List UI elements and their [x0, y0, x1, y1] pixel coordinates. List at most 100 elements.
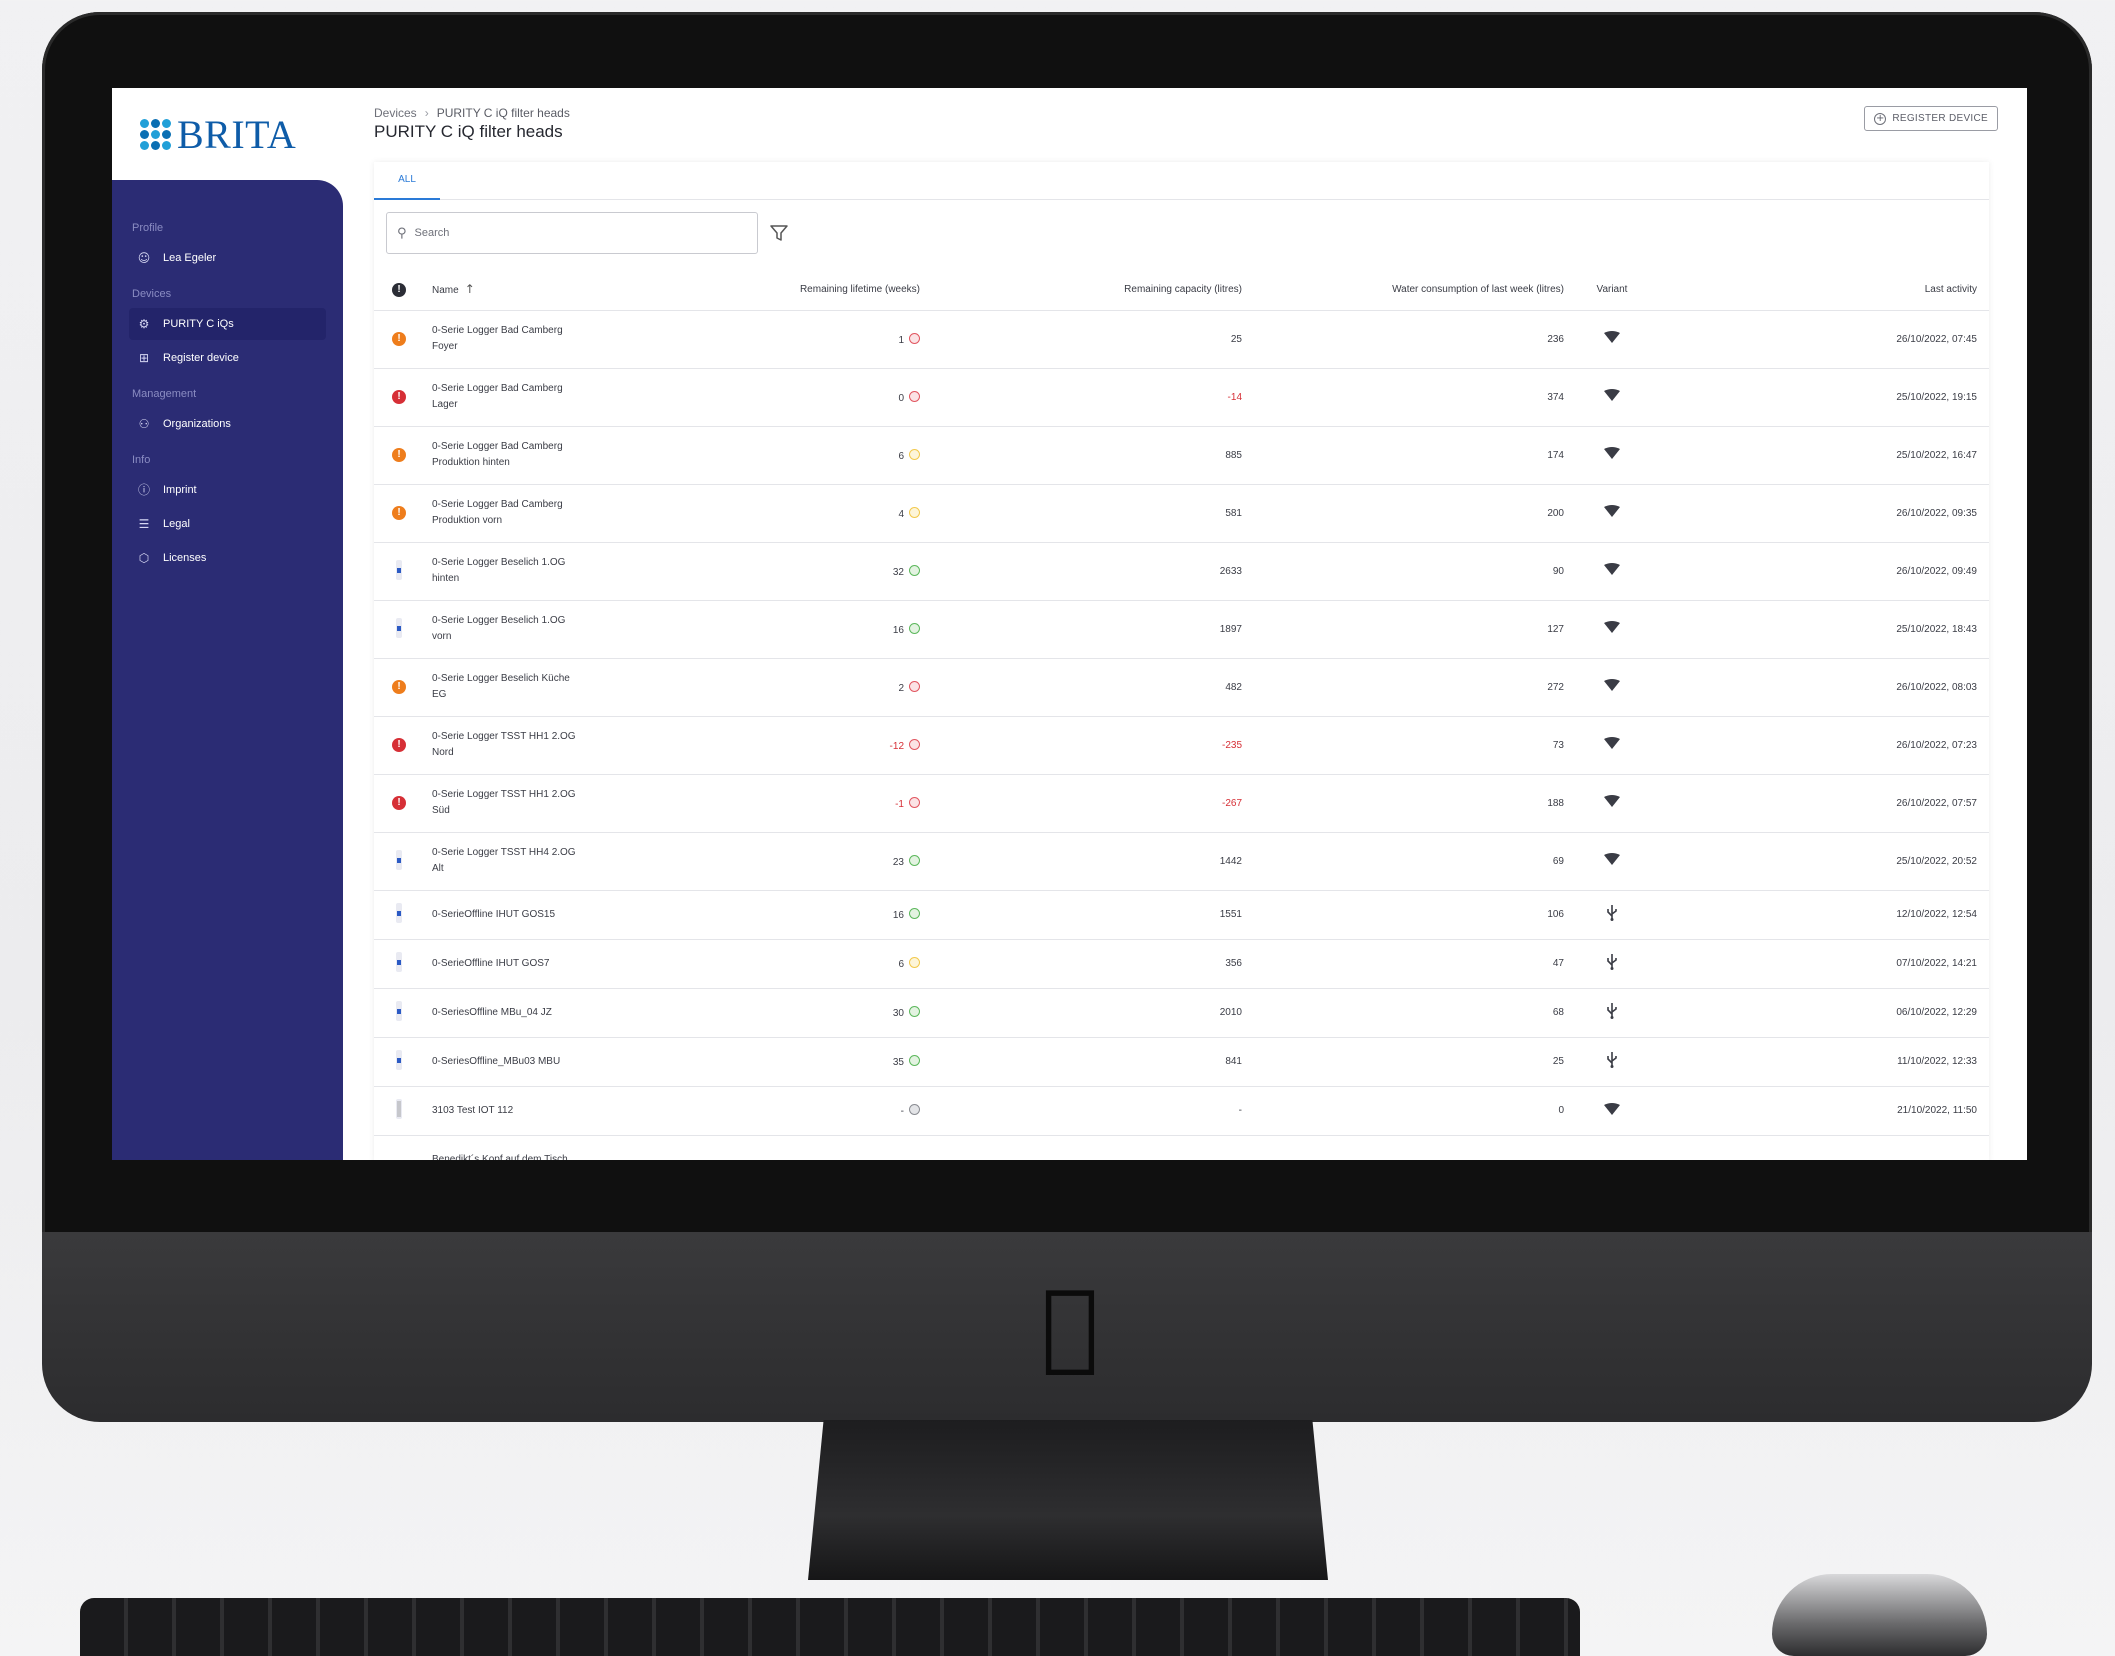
- filter-icon[interactable]: [768, 222, 790, 244]
- sidebar-item-licenses[interactable]: ⬡ Licenses: [129, 542, 326, 574]
- lifetime-cell: 2: [704, 658, 920, 717]
- capacity-cell: -235: [920, 716, 1242, 775]
- table-row[interactable]: 0-SeriesOffline_MBu03 MBU 35 841 25 11/10/20…: [374, 1037, 1989, 1087]
- device-name-cell: 3103 Test IOT 112: [424, 1086, 704, 1136]
- table-row[interactable]: 0-SeriesOffline MBu_04 JZ 30 2010 68 06/10/2…: [374, 988, 1989, 1038]
- device-name-line: 0-Serie Logger Beselich Küche: [432, 673, 570, 684]
- register-device-button[interactable]: + REGISTER DEVICE: [1864, 106, 1998, 131]
- table-row[interactable]: ! 0-Serie Logger Beselich Küche EG 2 482 272 2…: [374, 658, 1989, 717]
- device-name-line: 0-SerieOffline IHUT GOS15: [432, 908, 556, 920]
- keyboard: [80, 1598, 1580, 1656]
- water-value: 69: [1552, 855, 1564, 867]
- breadcrumb-devices[interactable]: Devices: [374, 106, 417, 120]
- device-name-line: 0-Serie Logger Bad Camberg: [432, 325, 563, 336]
- status-cell: !: [374, 716, 424, 775]
- sidebar-item-legal[interactable]: ☰ Legal: [129, 508, 326, 540]
- lifetime-column-header[interactable]: Remaining lifetime (weeks): [704, 270, 920, 311]
- table-row[interactable]: ! 0-Serie Logger Bad Camberg Produktion hi…: [374, 426, 1989, 485]
- search-box[interactable]: ⚲: [386, 212, 758, 254]
- sidebar-item-organizations[interactable]: ⚇ Organizations: [129, 408, 326, 440]
- sidebar-item-imprint[interactable]: ⓘ Imprint: [129, 474, 326, 506]
- sort-arrow-up-icon[interactable]: ↑: [465, 282, 475, 296]
- water-consumption-cell: 0: [1242, 1086, 1564, 1136]
- lifetime-cell: 16: [704, 890, 920, 940]
- red-status-indicator-icon: [909, 390, 920, 402]
- table-row[interactable]: Benedikt´s Kopf auf dem Tisch: [374, 1135, 1989, 1160]
- status-cell: !: [374, 774, 424, 833]
- table-row[interactable]: ! 0-Serie Logger Bad Camberg Lager 0 -14 374 2…: [374, 368, 1989, 427]
- search-input[interactable]: [414, 227, 715, 239]
- table-row[interactable]: 0-Serie Logger Beselich 1.OG hinten 32 2633…: [374, 542, 1989, 601]
- logo-dots-icon: [140, 118, 171, 150]
- lifetime-cell: -1: [704, 774, 920, 833]
- table-row[interactable]: 0-Serie Logger TSST HH4 2.OG Alt 23 1442 69 2…: [374, 832, 1989, 891]
- sidebar-item-purity-c-iqs[interactable]: ⚙ PURITY C iQs: [129, 308, 326, 340]
- user-icon: ☺: [137, 251, 151, 265]
- usb-icon: [1606, 904, 1618, 925]
- error-icon: !: [392, 796, 406, 810]
- capacity-cell: -: [920, 1086, 1242, 1136]
- wifi-icon: [1604, 389, 1620, 405]
- sidebar-item-register-device[interactable]: ⊞ Register device: [129, 342, 326, 374]
- device-name-line: EG: [432, 689, 447, 700]
- table-row[interactable]: 0-SerieOffline IHUT GOS7 6 356 47 07/10/2022…: [374, 939, 1989, 989]
- water-column-header[interactable]: Water consumption of last week (litres): [1242, 270, 1564, 311]
- variant-cell: [1564, 310, 1660, 369]
- table-row[interactable]: 0-SerieOffline IHUT GOS15 16 1551 106 12/10/…: [374, 890, 1989, 940]
- last-activity-cell: 25/10/2022, 19:15: [1660, 368, 1989, 427]
- last-activity-cell: 11/10/2022, 12:33: [1660, 1037, 1989, 1087]
- wifi-icon: [1604, 679, 1620, 695]
- capacity-column-header[interactable]: Remaining capacity (litres): [920, 270, 1242, 311]
- capacity-cell: 356: [920, 939, 1242, 989]
- document-icon: ☰: [138, 517, 150, 531]
- table-row[interactable]: 0-Serie Logger Beselich 1.OG vorn 16 1897 12…: [374, 600, 1989, 659]
- wifi-icon: [1604, 737, 1620, 753]
- table-row[interactable]: ! 0-Serie Logger Bad Camberg Produktion vo…: [374, 484, 1989, 543]
- water-value: 106: [1547, 909, 1564, 920]
- filter-bottle-icon: [395, 952, 403, 972]
- device-name-line: 0-Serie Logger TSST HH4 2.OG: [432, 847, 576, 858]
- device-name-line: 0-Serie Logger Bad Camberg: [432, 441, 563, 452]
- status-cell: !: [374, 426, 424, 485]
- red-status-indicator-icon: [909, 680, 920, 692]
- tab-all[interactable]: ALL: [374, 162, 440, 200]
- last-activity-value: 21/10/2022, 11:50: [1897, 1105, 1977, 1116]
- device-name-line: vorn: [432, 631, 452, 642]
- water-consumption-cell: 73: [1242, 716, 1564, 775]
- table-row[interactable]: ! 0-Serie Logger TSST HH1 2.OG Nord -12 -235…: [374, 716, 1989, 775]
- green-status-indicator-icon: [909, 854, 920, 866]
- capacity-cell: 581: [920, 484, 1242, 543]
- table-row[interactable]: ! 0-Serie Logger TSST HH1 2.OG Süd -1 -267 18…: [374, 774, 1989, 833]
- water-value: 68: [1552, 1007, 1564, 1018]
- chevron-right-icon: ›: [424, 106, 429, 120]
- status-cell: [374, 1037, 424, 1087]
- brita-logo[interactable]: BRITA: [118, 88, 348, 180]
- last-activity-value: 07/10/2022, 14:21: [1896, 958, 1977, 969]
- last-activity-cell: 26/10/2022, 07:23: [1660, 716, 1989, 775]
- sidebar-item-label: Legal: [163, 518, 190, 530]
- device-name-line: Produktion hinten: [432, 457, 510, 468]
- device-name-line: Foyer: [432, 341, 458, 352]
- lifetime-value: 2: [898, 682, 904, 694]
- last-activity-cell: 25/10/2022, 18:43: [1660, 600, 1989, 659]
- status-column-header[interactable]: !: [374, 270, 424, 311]
- water-consumption-cell: 90: [1242, 542, 1564, 601]
- last-activity-column-header[interactable]: Last activity: [1660, 270, 1989, 311]
- register-device-label: REGISTER DEVICE: [1892, 113, 1988, 124]
- variant-column-header[interactable]: Variant: [1564, 270, 1660, 311]
- last-activity-value: 06/10/2022, 12:29: [1896, 1007, 1977, 1018]
- last-activity-value: 25/10/2022, 19:15: [1896, 391, 1977, 403]
- tab-bar: ALL: [374, 162, 1989, 200]
- capacity-cell: 2633: [920, 542, 1242, 601]
- sidebar-item-lea-egeler[interactable]: ☺ Lea Egeler: [129, 242, 326, 274]
- variant-cell: [1564, 832, 1660, 891]
- water-value: 374: [1547, 391, 1564, 403]
- name-column-header[interactable]: Name ↑: [424, 270, 704, 311]
- lifetime-cell: 4: [704, 484, 920, 543]
- table-row[interactable]: 3103 Test IOT 112 - - 0 21/10/2022, 11:50: [374, 1086, 1989, 1136]
- wifi-icon: [1604, 331, 1620, 347]
- devices-card: ALL ⚲ ! Name ↑ Remaining lifetime (weeks)…: [374, 162, 1989, 1160]
- table-row[interactable]: ! 0-Serie Logger Bad Camberg Foyer 1 25 236 26…: [374, 310, 1989, 369]
- status-cell: [374, 832, 424, 891]
- variant-cell: [1564, 484, 1660, 543]
